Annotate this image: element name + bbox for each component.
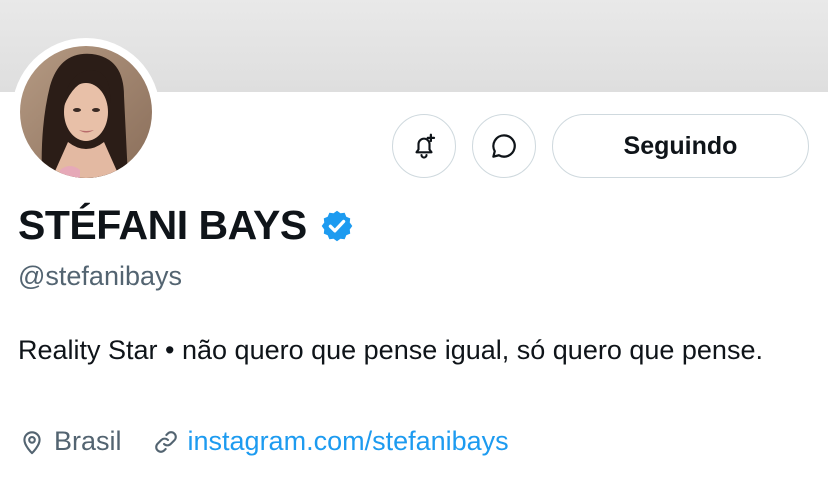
verified-badge-icon[interactable] (319, 208, 355, 244)
following-button[interactable]: Seguindo (552, 114, 809, 178)
notifications-button[interactable] (392, 114, 456, 178)
message-bubble-icon (492, 134, 516, 158)
link-icon (154, 430, 177, 453)
location: Brasil (18, 426, 122, 457)
location-label: Brasil (54, 426, 122, 456)
bell-plus-icon (415, 133, 436, 159)
profile-bio: Reality Star • não quero que pense igual… (18, 335, 763, 365)
profile-meta: Brasil instagram.com/stefanibays (18, 426, 509, 457)
message-button[interactable] (472, 114, 536, 178)
avatar[interactable] (20, 46, 152, 178)
following-button-label: Seguindo (623, 131, 738, 160)
avatar-photo (20, 46, 152, 178)
website[interactable]: instagram.com/stefanibays (152, 426, 509, 457)
location-pin-icon (23, 430, 41, 454)
display-name: STÉFANI BAYS (18, 202, 307, 248)
name-row: STÉFANI BAYS (18, 202, 355, 249)
profile-handle: @stefanibays (18, 261, 182, 291)
website-link[interactable]: instagram.com/stefanibays (188, 426, 509, 457)
